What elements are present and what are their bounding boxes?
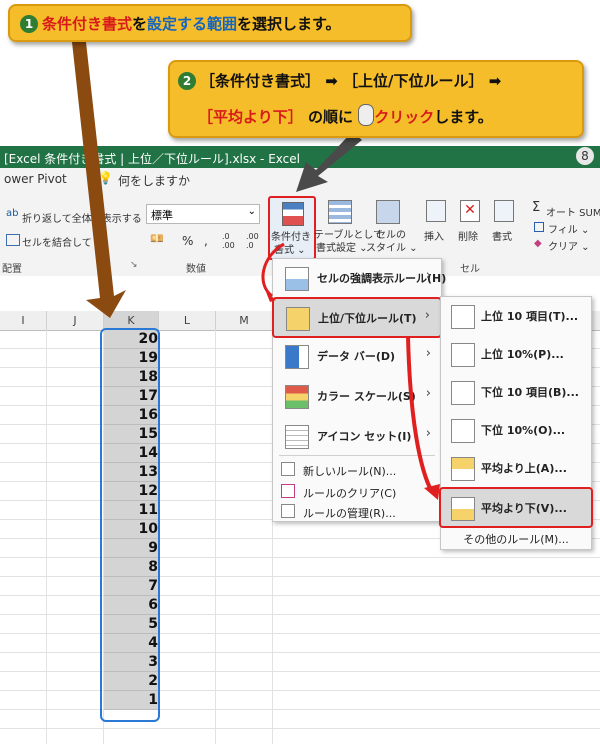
step1-number-badge: 1 [20,15,38,33]
step1-callout: 1 条件付き書式を設定する範囲を選択します。 [8,4,412,42]
arrow-to-menu [261,242,285,298]
mouse-icon [358,104,375,126]
arrow-to-submenu [406,335,434,493]
arrow-to-range [72,42,126,318]
step2-callout: 2 ［条件付き書式］ ➡ ［上位/下位ルール］ ➡ ［平均より下］ の順に クリッ… [168,60,584,138]
arrow-to-ribbon [296,132,362,192]
step2-number-badge: 2 [178,72,196,90]
